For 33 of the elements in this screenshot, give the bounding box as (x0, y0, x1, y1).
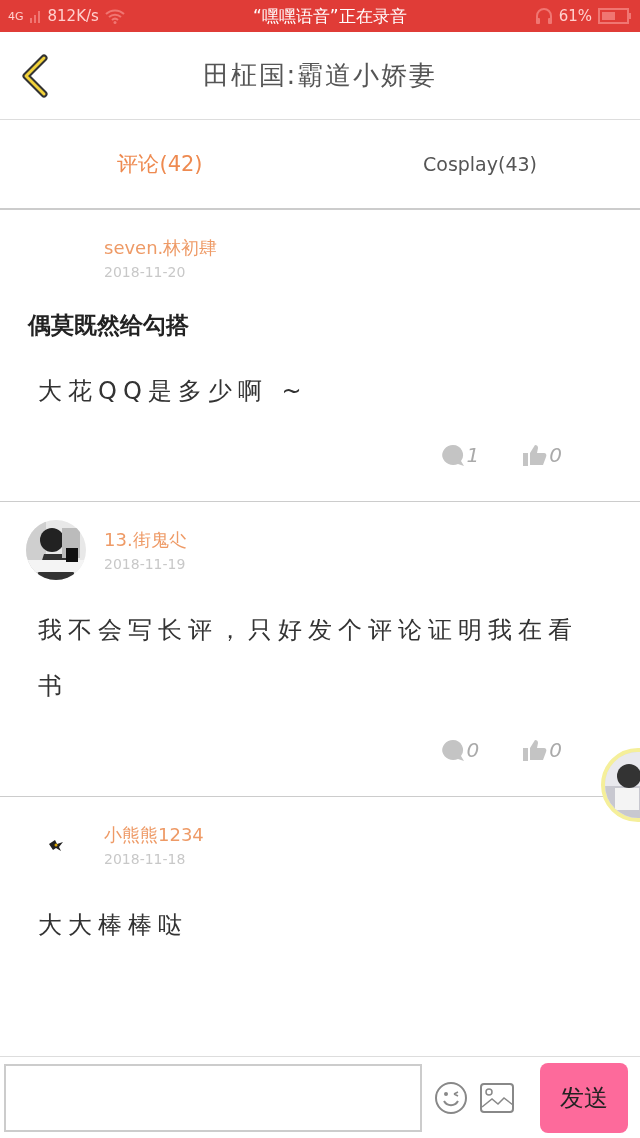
recording-notice: “嘿嘿语音”正在录音 (251, 4, 408, 28)
headphones-icon (534, 7, 553, 25)
like-button[interactable]: 0 (523, 443, 562, 467)
network-speed: 812K/s (47, 7, 99, 25)
wifi-icon (104, 8, 125, 24)
page-title: 田柾国:霸道小娇妻 (201, 59, 439, 92)
user-name[interactable]: seven.林初肆 (104, 236, 218, 260)
reply-button[interactable]: 1 (440, 443, 480, 467)
comment-text: 我不会写长评，只好发个评论证明我在看书 (38, 615, 579, 702)
like-button[interactable]: 0 (523, 738, 562, 762)
bird-icon (48, 839, 64, 851)
tab[interactable]: 评论(42) (0, 120, 320, 208)
image-button[interactable] (480, 1082, 514, 1113)
image-icon (480, 1082, 514, 1113)
speech-bubble-icon (440, 444, 465, 466)
emoji-button[interactable] (434, 1080, 468, 1115)
signal-icon (29, 9, 42, 23)
battery-percent: 61% (558, 7, 592, 25)
thumbs-up-icon (523, 739, 548, 761)
comment-text: 大花QQ是多少啊 ~ (38, 376, 309, 407)
comment-title: 偶莫既然给勾搭 (28, 311, 190, 340)
user-name[interactable]: 13.街鬼尐 (104, 528, 187, 552)
speech-bubble-icon (440, 739, 465, 761)
battery-icon (598, 8, 632, 24)
comment-text: 大大棒棒哒 (38, 910, 189, 941)
comment-input[interactable] (4, 1063, 422, 1132)
user-name[interactable]: 小熊熊1234 (104, 823, 204, 847)
thumbs-up-icon (523, 444, 548, 466)
reply-button[interactable]: 0 (440, 738, 480, 762)
smiley-icon (434, 1080, 468, 1115)
send-button[interactable]: 发送 (540, 1062, 628, 1133)
tab[interactable]: Cosplay(43) (320, 120, 640, 208)
network-type: 4G (8, 9, 24, 23)
